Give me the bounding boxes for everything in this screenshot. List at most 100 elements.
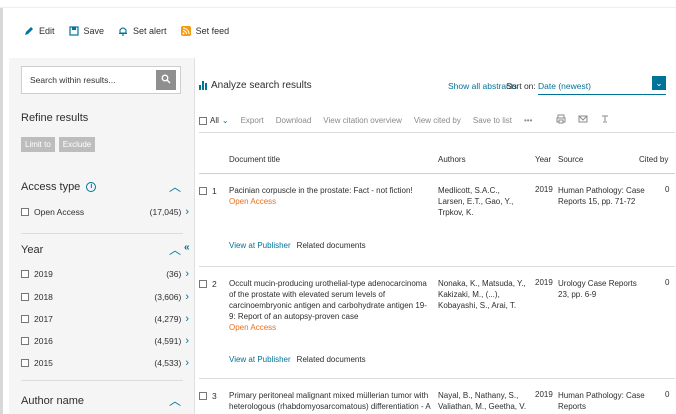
facet-option-label: 2015 (34, 358, 53, 368)
facet-option-open-access[interactable]: Open Access (17,045) › (21, 206, 189, 218)
result-number: 1 (212, 186, 217, 196)
result-row: 1 Pacinian corpuscle in the prostate: Fa… (199, 185, 675, 257)
pencil-icon (24, 26, 34, 36)
checkbox[interactable] (21, 337, 29, 345)
save-button[interactable]: Save (68, 26, 104, 36)
result-year: 2019 (535, 278, 553, 287)
facet-option-label: Open Access (34, 207, 85, 217)
result-number: 3 (212, 391, 217, 401)
set-feed-button[interactable]: Set feed (180, 26, 229, 36)
edit-button[interactable]: Edit (24, 26, 55, 36)
result-source[interactable]: Urology Case Reports 23, pp. 6-9 (558, 278, 650, 300)
view-at-publisher-link[interactable]: View at Publisher (229, 355, 291, 364)
facet-option-count: (4,279) (154, 314, 182, 324)
facet-option-label: 2018 (34, 292, 53, 302)
search-toolbar: Edit Save Set alert Set feed (24, 20, 229, 42)
bulk-actions-bar: All ⌄ Export Download View citation over… (199, 114, 675, 127)
result-authors[interactable]: Nonaka, K., Matsuda, Y., Kakizaki, M., (… (438, 278, 528, 311)
refine-panel: Refine results Limit to Exclude Access t… (9, 58, 195, 414)
export-button[interactable]: Export (241, 116, 264, 125)
exclude-button[interactable]: Exclude (58, 137, 96, 152)
sort-select[interactable]: Date (newest) ⌄ (538, 76, 666, 95)
result-year: 2019 (535, 185, 553, 194)
related-documents-link[interactable]: Related documents (297, 241, 366, 250)
result-title-text: Pacinian corpuscle in the prostate: Fact… (229, 186, 413, 195)
result-title[interactable]: Occult mucin-producing urothelial-type a… (229, 278, 433, 333)
select-all-dropdown[interactable]: All ⌄ (199, 116, 229, 125)
checkbox[interactable] (21, 359, 29, 367)
bibliography-icon[interactable] (600, 114, 610, 127)
limit-to-button[interactable]: Limit to (21, 137, 55, 152)
save-to-list-button[interactable]: Save to list (473, 116, 512, 125)
facet-option-count: (4,591) (154, 336, 182, 346)
set-alert-button[interactable]: Set alert (118, 26, 167, 36)
results-area: Analyze search results Show all abstract… (188, 58, 676, 414)
result-row: 3 Primary peritoneal malignant mixed mül… (199, 390, 675, 414)
column-header-cited-by: Cited by (639, 155, 669, 164)
result-links: View at Publisher Related documents (229, 355, 366, 364)
author-name-facet-header[interactable]: Author name ︿ (21, 392, 181, 409)
facet-option-year[interactable]: 2017 (4,279) › (21, 313, 189, 325)
facet-option-year[interactable]: 2016 (4,591) › (21, 335, 189, 347)
header-divider (199, 173, 675, 174)
email-icon[interactable] (578, 114, 588, 127)
access-type-title: Access type (21, 180, 81, 193)
actions-divider (199, 132, 675, 133)
result-cited-by: 0 (665, 278, 670, 287)
result-year: 2019 (535, 390, 553, 399)
sort-value: Date (newest) (538, 80, 591, 91)
open-access-badge: Open Access (229, 197, 277, 206)
result-source[interactable]: Human Pathology: Case Reports (558, 390, 650, 412)
facet-option-count: (3,606) (154, 292, 182, 302)
result-authors[interactable]: Nayal, B., Nathany, S., Valiathan, M., G… (438, 390, 528, 412)
checkbox[interactable] (199, 392, 207, 400)
edit-label: Edit (39, 26, 55, 36)
chevron-up-icon[interactable]: ︿ (169, 241, 181, 258)
result-row: 2 Occult mucin-producing urothelial-type… (199, 278, 675, 370)
related-documents-link[interactable]: Related documents (297, 355, 366, 364)
checkbox[interactable] (199, 280, 207, 288)
search-button[interactable] (156, 70, 176, 90)
print-icon[interactable] (556, 114, 566, 127)
chevron-down-icon: ⌄ (652, 76, 666, 90)
result-authors[interactable]: Medlicott, S.A.C., Larsen, E.T., Gao, Y.… (438, 185, 528, 218)
refine-results-heading: Refine results (21, 112, 89, 124)
result-source[interactable]: Human Pathology: Case Reports 15, pp. 71… (558, 185, 650, 207)
view-cited-by-button[interactable]: View cited by (414, 116, 461, 125)
chevron-up-icon[interactable]: ︿ (169, 392, 181, 409)
checkbox[interactable] (21, 270, 29, 278)
info-icon[interactable]: i (86, 181, 97, 192)
facet-option-year[interactable]: 2018 (3,606) › (21, 291, 189, 303)
access-type-facet-header[interactable]: Access type i ︿ (21, 178, 181, 195)
chevron-down-icon: ⌄ (221, 116, 229, 125)
sort-on-label: Sort on: (506, 81, 536, 91)
checkbox[interactable] (21, 315, 29, 323)
more-options-button[interactable]: ••• (524, 116, 532, 125)
column-header-authors: Authors (438, 155, 466, 164)
view-at-publisher-link[interactable]: View at Publisher (229, 241, 291, 250)
facet-option-year[interactable]: 2019 (36) › (21, 268, 189, 280)
search-within-input[interactable] (22, 67, 156, 93)
facet-option-count: (17,045) (149, 207, 182, 217)
checkbox[interactable] (21, 293, 29, 301)
result-title[interactable]: Pacinian corpuscle in the prostate: Fact… (229, 185, 433, 207)
facet-option-year[interactable]: 2015 (4,533) › (21, 357, 189, 369)
result-title[interactable]: Primary peritoneal malignant mixed mülle… (229, 390, 433, 412)
facet-option-count: (36) (166, 269, 182, 279)
select-all-label: All (210, 116, 219, 125)
view-citation-overview-button[interactable]: View citation overview (323, 116, 402, 125)
set-alert-label: Set alert (133, 26, 167, 36)
chevron-up-icon[interactable]: ︿ (169, 178, 181, 195)
facet-option-label: 2017 (34, 314, 53, 324)
result-title-text: Occult mucin-producing urothelial-type a… (229, 279, 427, 321)
checkbox[interactable] (199, 187, 207, 195)
facet-option-label: 2019 (34, 269, 53, 279)
checkbox[interactable] (199, 116, 207, 125)
download-button[interactable]: Download (276, 116, 312, 125)
row-divider (199, 266, 675, 267)
analyze-results-link[interactable]: Analyze search results (199, 80, 312, 91)
bar-chart-icon (199, 81, 207, 90)
year-facet-header[interactable]: Year ︿ (21, 241, 181, 258)
checkbox[interactable] (21, 208, 29, 216)
open-access-badge: Open Access (229, 323, 277, 332)
